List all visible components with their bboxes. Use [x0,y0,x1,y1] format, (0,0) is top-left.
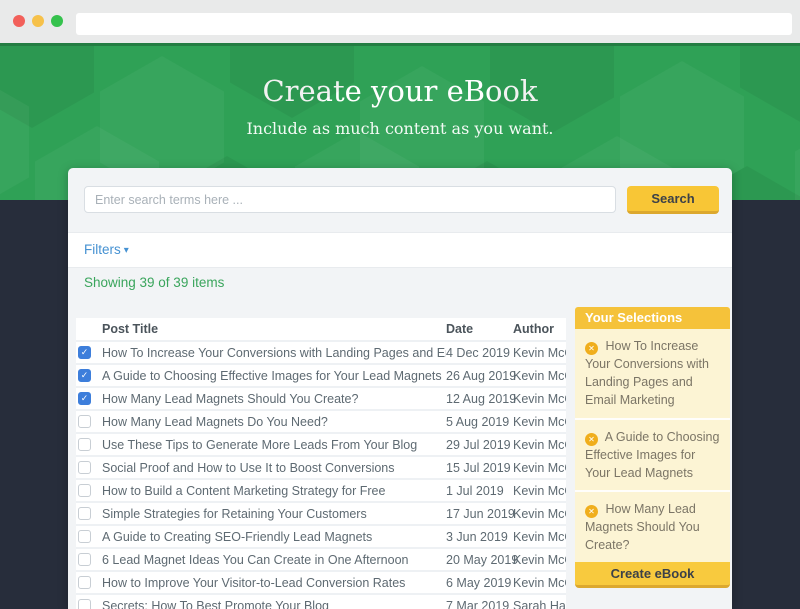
post-author-cell: Kevin McG [513,346,566,360]
table-row: 6 Lead Magnet Ideas You Can Create in On… [76,549,566,572]
post-date-cell: 4 Dec 2019 [446,346,513,360]
column-header-post-title: Post Title [102,322,446,336]
row-checkbox[interactable] [78,599,91,609]
post-author-cell: Kevin McG [513,392,566,406]
post-date-cell: 6 May 2019 [446,576,513,590]
post-date-cell: 1 Jul 2019 [446,484,513,498]
post-date-cell: 7 Mar 2019 [446,599,513,609]
post-author-cell: Kevin McG [513,484,566,498]
post-title-cell: Social Proof and How to Use It to Boost … [102,461,446,475]
remove-selection-icon[interactable]: ✕ [585,342,598,355]
row-checkbox[interactable] [78,415,91,428]
table-row: Simple Strategies for Retaining Your Cus… [76,503,566,526]
post-author-cell: Kevin McG [513,576,566,590]
selections-panel: Your Selections ✕ How To Increase Your C… [575,307,730,588]
create-ebook-button[interactable]: Create eBook [575,562,730,588]
selection-item-label: How Many Lead Magnets Should You Create? [585,502,700,552]
post-title-cell: How Many Lead Magnets Do You Need? [102,415,446,429]
post-title-cell: Use These Tips to Generate More Leads Fr… [102,438,446,452]
address-bar[interactable] [76,13,792,35]
remove-selection-icon[interactable]: ✕ [585,505,598,518]
post-author-cell: Kevin McG [513,553,566,567]
post-author-cell: Kevin McG [513,415,566,429]
post-title-cell: How to Build a Content Marketing Strateg… [102,484,446,498]
table-row: Secrets: How To Best Promote Your Blog 7… [76,595,566,609]
post-author-cell: Kevin McG [513,438,566,452]
row-checkbox[interactable]: ✓ [78,392,91,405]
post-date-cell: 26 Aug 2019 [446,369,513,383]
post-title-cell: 6 Lead Magnet Ideas You Can Create in On… [102,553,446,567]
post-title-cell: How To Increase Your Conversions with La… [102,346,446,360]
row-checkbox[interactable] [78,530,91,543]
post-date-cell: 3 Jun 2019 [446,530,513,544]
results-summary: Showing 39 of 39 items [84,275,224,290]
post-title-cell: Secrets: How To Best Promote Your Blog [102,599,446,609]
post-date-cell: 17 Jun 2019 [446,507,513,521]
selection-item: ✕ How To Increase Your Conversions with … [575,329,730,420]
table-header-row: Post Title Date Author [76,318,566,342]
post-date-cell: 12 Aug 2019 [446,392,513,406]
selections-header: Your Selections [575,307,730,329]
post-title-cell: A Guide to Choosing Effective Images for… [102,369,446,383]
post-date-cell: 20 May 2019 [446,553,513,567]
column-header-author: Author [513,322,566,336]
row-checkbox[interactable] [78,438,91,451]
post-date-cell: 29 Jul 2019 [446,438,513,452]
post-title-cell: Simple Strategies for Retaining Your Cus… [102,507,446,521]
row-checkbox[interactable] [78,507,91,520]
selection-item: ✕ How Many Lead Magnets Should You Creat… [575,492,730,562]
filters-label: Filters [84,242,121,257]
remove-selection-icon[interactable]: ✕ [585,433,598,446]
row-checkbox[interactable] [78,484,91,497]
table-row: Social Proof and How to Use It to Boost … [76,457,566,480]
filters-toggle[interactable]: Filters▾ [68,232,732,268]
post-title-cell: How to Improve Your Visitor-to-Lead Conv… [102,576,446,590]
row-checkbox[interactable]: ✓ [78,369,91,382]
selection-item-label: How To Increase Your Conversions with La… [585,339,709,407]
post-title-cell: A Guide to Creating SEO-Friendly Lead Ma… [102,530,446,544]
row-checkbox[interactable]: ✓ [78,346,91,359]
post-author-cell: Kevin McG [513,507,566,521]
selection-item-label: A Guide to Choosing Effective Images for… [585,430,719,480]
column-header-date: Date [446,322,513,336]
post-author-cell: Kevin McG [513,530,566,544]
row-checkbox[interactable] [78,461,91,474]
post-date-cell: 5 Aug 2019 [446,415,513,429]
posts-table: Post Title Date Author ✓ How To Increase… [76,318,566,609]
table-row: How to Build a Content Marketing Strateg… [76,480,566,503]
table-row: ✓ A Guide to Choosing Effective Images f… [76,365,566,388]
table-row: ✓ How To Increase Your Conversions with … [76,342,566,365]
window-controls [13,15,63,27]
browser-chrome [0,0,800,43]
content-card: Search Filters▾ Showing 39 of 39 items P… [68,168,732,609]
table-row: Use These Tips to Generate More Leads Fr… [76,434,566,457]
search-input[interactable] [84,186,616,213]
table-row: ✓ How Many Lead Magnets Should You Creat… [76,388,566,411]
post-author-cell: Sarah Ha [513,599,566,609]
post-author-cell: Kevin McG [513,461,566,475]
close-window-icon[interactable] [13,15,25,27]
post-author-cell: Kevin McG [513,369,566,383]
table-row: A Guide to Creating SEO-Friendly Lead Ma… [76,526,566,549]
table-row: How Many Lead Magnets Do You Need? 5 Aug… [76,411,566,434]
chevron-down-icon: ▾ [124,245,129,256]
post-date-cell: 15 Jul 2019 [446,461,513,475]
zoom-window-icon[interactable] [51,15,63,27]
selection-item: ✕ A Guide to Choosing Effective Images f… [575,420,730,492]
post-title-cell: How Many Lead Magnets Should You Create? [102,392,446,406]
row-checkbox[interactable] [78,576,91,589]
search-button[interactable]: Search [627,186,719,214]
table-row: How to Improve Your Visitor-to-Lead Conv… [76,572,566,595]
row-checkbox[interactable] [78,553,91,566]
minimize-window-icon[interactable] [32,15,44,27]
